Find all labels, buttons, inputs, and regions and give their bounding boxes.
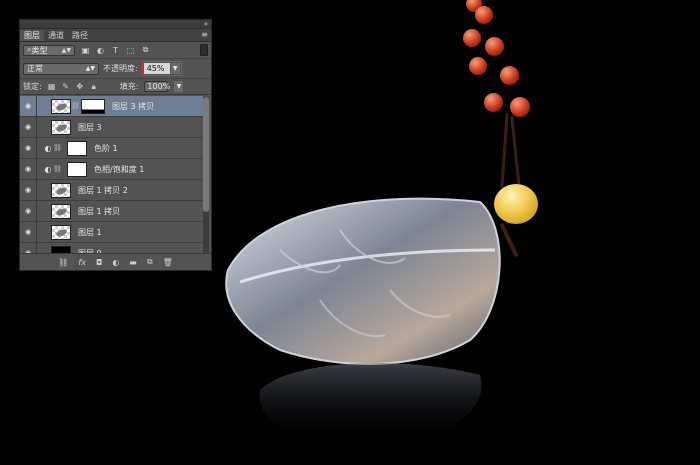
chevron-down-icon: ▲▼: [61, 46, 71, 54]
layer-scrollbar[interactable]: [203, 97, 209, 253]
bead: [485, 37, 504, 56]
lock-label: 锁定:: [23, 82, 42, 91]
lock-all-icon[interactable]: 🔒︎: [90, 82, 98, 91]
fill-label: 填充:: [119, 82, 139, 91]
layer-row[interactable]: ◉ 图层 1: [20, 222, 203, 243]
layer-name: 色阶 1: [94, 143, 118, 153]
layer-row[interactable]: ◉ ◐ ⛓ 色阶 1: [20, 138, 203, 159]
fill-slider-button[interactable]: ▼: [174, 81, 184, 92]
lock-transparent-icon[interactable]: ▦: [48, 82, 56, 91]
lock-position-icon[interactable]: ✥: [76, 82, 84, 91]
layer-name: 图层 1 拷贝: [78, 206, 121, 216]
eye-icon[interactable]: ◉: [20, 159, 37, 179]
collapse-icon[interactable]: »: [204, 20, 208, 28]
layer-name: 图层 3: [78, 122, 102, 132]
levels-icon: ◐: [44, 143, 52, 153]
smart-object-filter-icon[interactable]: ⧉: [141, 45, 150, 55]
layer-thumbnail: [51, 119, 71, 135]
bead: [475, 6, 493, 24]
pixel-filter-icon[interactable]: ▣: [81, 46, 90, 55]
layer-mask-thumbnail[interactable]: [81, 98, 105, 114]
new-layer-icon[interactable]: ⧉: [147, 257, 153, 267]
blend-mode-value: 正常: [27, 64, 43, 73]
eye-icon[interactable]: ◉: [20, 180, 37, 200]
filter-type-label: 类型: [31, 45, 48, 55]
link-icon[interactable]: ⛓: [58, 258, 68, 267]
fill-input[interactable]: 100%: [144, 81, 170, 92]
layer-row[interactable]: ◉ 图层 1 拷贝 2: [20, 180, 203, 201]
layer-thumbnail: [51, 203, 71, 219]
layer-name: 图层 3 拷贝: [112, 101, 155, 111]
blend-mode-select[interactable]: 正常 ▲▼: [23, 62, 99, 75]
layer-name: 图层 1: [78, 227, 102, 237]
panel-menu-icon[interactable]: ≡: [201, 29, 208, 40]
layer-row[interactable]: ◉ ◐ ⛓ 色相/饱和度 1: [20, 159, 203, 180]
panel-bottom-bar: ⛓ fx ◘ ◐ ▬ ⧉ 🗑︎: [20, 253, 211, 270]
layer-row[interactable]: ◉ 图层 1 拷贝: [20, 201, 203, 222]
type-filter-icon[interactable]: T: [111, 46, 120, 55]
scroll-thumb[interactable]: [203, 97, 209, 212]
lock-row: 锁定: ▦ ✎ ✥ 🔒︎ 填充: 100% ▼: [20, 79, 211, 95]
layer-name: 图层 1 拷贝 2: [78, 185, 128, 195]
layer-row[interactable]: ◉ ⛓ 图层 3 拷贝: [20, 96, 203, 117]
chain-link-icon[interactable]: ⛓: [53, 144, 62, 152]
hue-sat-icon: ◐: [44, 164, 52, 174]
opacity-input[interactable]: 45%: [143, 63, 170, 74]
opacity-slider-button[interactable]: ▼: [170, 63, 180, 74]
chain-link-icon[interactable]: ⛓: [53, 165, 62, 173]
blend-row: 正常 ▲▼ 不透明度: 45% ▼: [20, 59, 211, 79]
fx-icon[interactable]: fx: [78, 258, 86, 267]
bead: [469, 57, 487, 75]
layer-thumbnail: [51, 224, 71, 240]
filter-toggle-icon[interactable]: [200, 44, 208, 56]
panel-titlebar[interactable]: »: [20, 20, 211, 29]
layer-thumbnail: [51, 98, 71, 114]
tab-channels[interactable]: 通道: [44, 30, 68, 41]
eye-icon[interactable]: ◉: [20, 117, 37, 137]
opacity-highlight: 45% ▼: [141, 61, 182, 76]
folder-icon[interactable]: ▬: [129, 258, 137, 267]
layer-list: ◉ ⛓ 图层 3 拷贝 ◉ 图层 3 ◉ ◐ ⛓ 色阶 1 ◉ ◐ ⛓ 色相/饱…: [20, 96, 203, 256]
bead: [463, 29, 481, 47]
eye-icon[interactable]: ◉: [20, 96, 37, 116]
bead: [500, 66, 519, 85]
eye-icon[interactable]: ◉: [20, 138, 37, 158]
lock-paint-icon[interactable]: ✎: [62, 82, 70, 91]
adjustment-filter-icon[interactable]: ◐: [96, 46, 105, 55]
mask-icon[interactable]: ◘: [96, 258, 102, 267]
cord: [510, 116, 521, 188]
tab-paths[interactable]: 路径: [68, 30, 92, 41]
panel-tabs: 图层 通道 路径 ≡: [20, 29, 211, 42]
trash-icon[interactable]: 🗑︎: [163, 258, 173, 267]
layer-mask-thumbnail[interactable]: [67, 161, 87, 177]
layer-name: 色相/饱和度 1: [94, 164, 145, 174]
chevron-down-icon: ▲▼: [85, 65, 95, 72]
filter-type-select[interactable]: ⌕ 类型 ▲▼: [23, 44, 75, 56]
eye-icon[interactable]: ◉: [20, 222, 37, 242]
shape-filter-icon[interactable]: ⬚: [126, 46, 135, 55]
layer-mask-thumbnail[interactable]: [67, 140, 87, 156]
bead: [484, 93, 503, 112]
layers-panel: » 图层 通道 路径 ≡ ⌕ 类型 ▲▼ ▣ ◐ T ⬚ ⧉ 正常 ▲▼ 不透明…: [19, 19, 212, 271]
adjustment-icon[interactable]: ◐: [112, 258, 119, 267]
layer-row[interactable]: ◉ 图层 3: [20, 117, 203, 138]
leaf-pendant: [225, 197, 501, 445]
bead: [510, 97, 530, 117]
eye-icon[interactable]: ◉: [20, 201, 37, 221]
chain-link-icon[interactable]: ⛓: [71, 102, 80, 110]
filter-row: ⌕ 类型 ▲▼ ▣ ◐ T ⬚ ⧉: [20, 42, 211, 59]
layer-thumbnail: [51, 182, 71, 198]
opacity-label: 不透明度:: [103, 64, 138, 73]
tab-layers[interactable]: 图层: [20, 30, 44, 41]
cord: [500, 112, 509, 189]
